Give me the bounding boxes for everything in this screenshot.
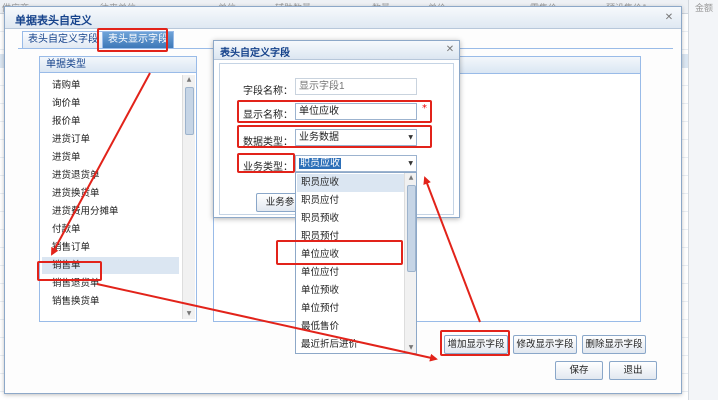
arrow-to-sales-order: [51, 72, 151, 256]
arrow-to-add-field: [96, 283, 438, 362]
arrow-to-business-type: [423, 176, 481, 323]
annotation-arrows: [51, 72, 481, 362]
